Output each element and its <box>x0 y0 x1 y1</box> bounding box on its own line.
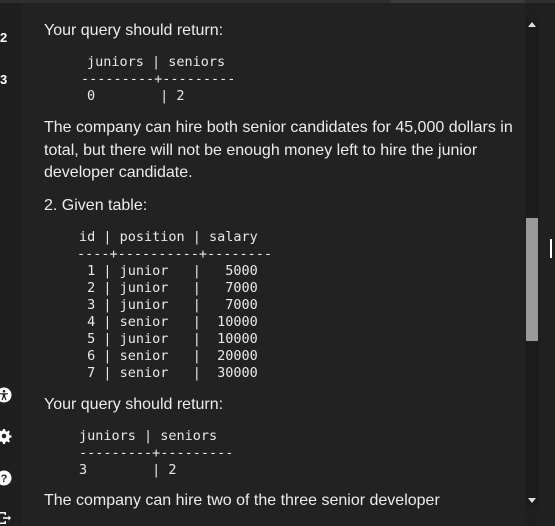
rail-item-3[interactable]: 3 <box>0 72 7 87</box>
gear-icon[interactable] <box>0 428 12 444</box>
exit-icon[interactable] <box>0 510 12 526</box>
query-return-text-1: Your query should return: <box>44 22 224 39</box>
table-row: 2 | junior | 7000 <box>79 280 258 296</box>
scroll-up-arrow-icon[interactable] <box>528 22 536 27</box>
content-panel: Your query should return: juniors | seni… <box>22 0 525 526</box>
result2-header: juniors | seniors <box>79 428 218 444</box>
result1-row: 0 | 2 <box>87 88 185 104</box>
explanation-1-line1: The company can hire both senior candida… <box>44 119 513 136</box>
top-border-accent <box>390 0 525 3</box>
result1-separator: ---------+--------- <box>81 71 236 87</box>
table-row: 3 | junior | 7000 <box>79 297 258 313</box>
scroll-down-arrow-icon[interactable] <box>528 498 536 503</box>
table-row: 6 | senior | 20000 <box>79 348 258 364</box>
help-icon[interactable]: ? <box>0 470 12 486</box>
table-row: 7 | senior | 30000 <box>79 365 258 381</box>
table-row: 5 | junior | 10000 <box>79 331 258 347</box>
table-header: id | position | salary <box>79 229 258 245</box>
result2-row: 3 | 2 <box>79 462 177 478</box>
result2-separator: ---------+--------- <box>79 445 234 461</box>
explanation-2-line1: The company can hire two of the three se… <box>44 492 440 509</box>
left-rail: 2 3 ? <box>0 0 22 526</box>
explanation-1-line3: developer candidate. <box>44 164 193 181</box>
rail-item-2[interactable]: 2 <box>0 30 7 45</box>
table-separator: ----+----------+-------- <box>77 246 273 262</box>
result1-header: juniors | seniors <box>87 54 226 70</box>
explanation-1-line2: total, but there will not be enough mone… <box>44 142 478 159</box>
text-cursor <box>550 239 552 258</box>
scrollbar-thumb[interactable] <box>526 218 538 341</box>
given-table-heading: 2. Given table: <box>44 197 148 214</box>
query-return-text-2: Your query should return: <box>44 396 224 413</box>
right-gutter <box>539 0 555 526</box>
table-row: 1 | junior | 5000 <box>79 263 258 279</box>
accessibility-icon[interactable] <box>0 387 12 403</box>
table-row: 4 | senior | 10000 <box>79 314 258 330</box>
svg-text:?: ? <box>1 473 8 485</box>
